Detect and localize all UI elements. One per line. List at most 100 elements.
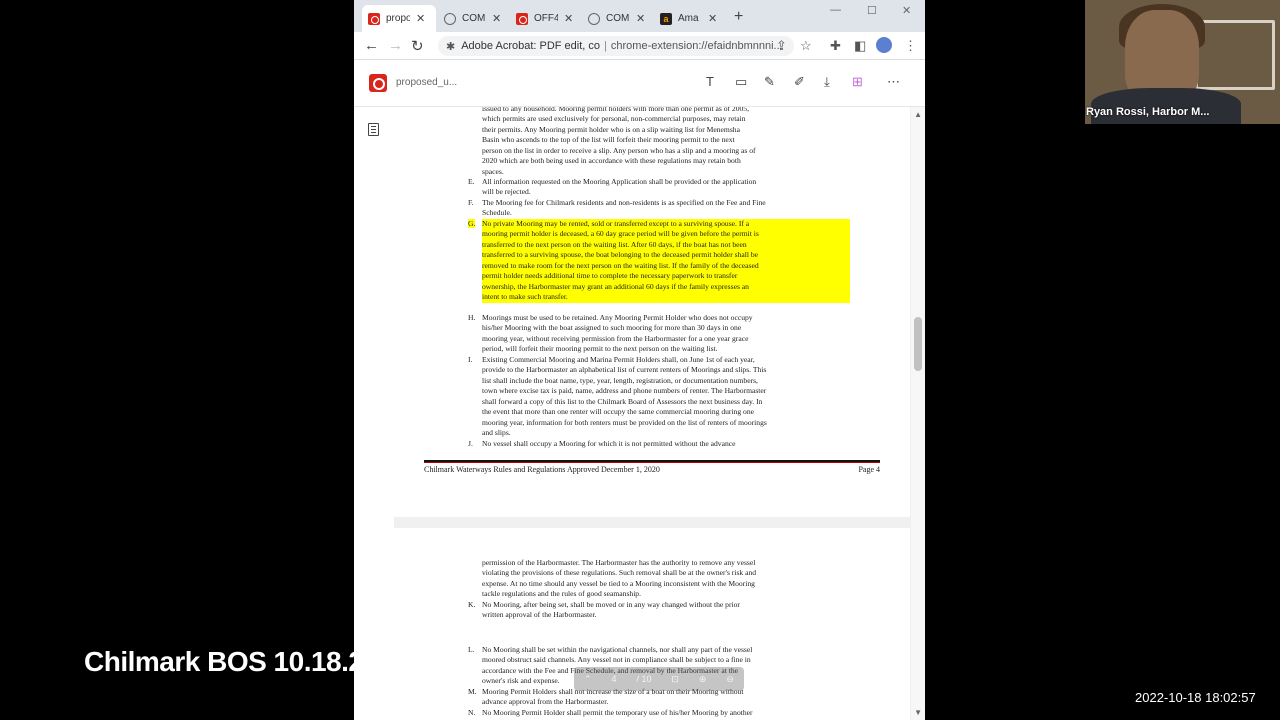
current-page-number[interactable]: 4	[611, 674, 616, 684]
text-line: Existing Commercial Mooring and Marina P…	[482, 355, 755, 364]
zoom-out-icon[interactable]: ⊖	[726, 674, 734, 685]
text-line: No Mooring, after being set, shall be mo…	[482, 600, 740, 609]
document-name[interactable]: proposed_u...	[396, 77, 457, 88]
text-line: period, will forfeit their mooring permi…	[482, 344, 718, 354]
tab-com-1[interactable]: COM ✕	[438, 5, 510, 32]
close-tab-icon[interactable]: ✕	[636, 12, 645, 25]
text-line: No private Mooring may be rented, sold o…	[482, 219, 850, 230]
close-tab-icon[interactable]: ✕	[708, 12, 717, 25]
text-line: permission of the Harbormaster. The Harb…	[482, 558, 756, 567]
regulation-item: J. No vessel shall occupy a Mooring for w…	[468, 439, 850, 449]
share-icon[interactable]: ⇪	[776, 38, 787, 54]
regulation-item: E. All information requested on the Moori…	[468, 177, 850, 198]
text-line: removed to make room for the next person…	[482, 260, 850, 272]
text-line: expense. At no time should any vessel be…	[482, 578, 755, 588]
scroll-thumb[interactable]	[914, 317, 922, 371]
maximize-icon[interactable]: ☐	[867, 4, 877, 17]
text-line: Moorings must be used to be retained. An…	[482, 313, 753, 322]
acrobat-logo-icon	[369, 74, 387, 92]
acrobat-pdf-icon	[368, 12, 380, 25]
add-text-icon[interactable]: T	[706, 74, 714, 89]
text-line: Schedule.	[482, 208, 512, 218]
tab-label: Ama	[678, 13, 699, 24]
tab-amazon[interactable]: a Ama ✕	[654, 5, 726, 32]
regulation-item: H. Moorings must be used to be retained. …	[468, 313, 850, 355]
regulation-item: issued to any household. Mooring permit …	[482, 107, 850, 177]
close-window-icon[interactable]: ✕	[902, 4, 911, 17]
text-line: mooring year, without receiving permissi…	[482, 333, 749, 343]
extensions-icon[interactable]: ✚	[830, 38, 841, 54]
pdf-page-4: issued to any household. Mooring permit …	[394, 107, 910, 517]
tab-com-2[interactable]: COM ✕	[582, 5, 654, 32]
acrobat-toolbar: proposed_u... T ▭ ✎ ✐ ⤓ ⊞ ⋯	[354, 60, 925, 107]
browser-menu-icon[interactable]: ⋮	[904, 38, 917, 54]
profile-avatar[interactable]	[876, 37, 892, 53]
fit-page-icon[interactable]: ⊡	[671, 674, 679, 685]
meeting-title-overlay: Chilmark BOS 10.18.2	[84, 646, 364, 677]
text-line: their permits. Any Mooring permit holder…	[482, 124, 740, 134]
regulation-item: K. No Mooring, after being set, shall be …	[468, 600, 850, 621]
text-line: violating the provisions of these regula…	[482, 568, 757, 578]
text-line: mooring permit holder is deceased, a 60 …	[482, 229, 850, 240]
text-line: will be rejected.	[482, 187, 531, 197]
zoom-in-icon[interactable]: ⊕	[699, 674, 707, 685]
item-label: F.	[468, 198, 474, 207]
text-line: advance approval from the Harbormaster.	[482, 697, 609, 707]
recording-timestamp: 2022-10-18 18:02:57	[1135, 690, 1256, 705]
item-label: J.	[468, 439, 473, 448]
text-line: mooring year, information for both rente…	[482, 417, 767, 427]
pdf-viewer: issued to any household. Mooring permit …	[354, 107, 925, 720]
tab-strip: propo ✕ COM ✕ OFF4 ✕ COM ✕ a Ama ✕ + — ☐…	[354, 0, 925, 32]
regulation-item: permission of the Harbormaster. The Harb…	[482, 558, 850, 600]
item-label: I.	[468, 355, 473, 364]
new-tab-button[interactable]: +	[734, 8, 743, 26]
footer-rule	[424, 460, 880, 463]
item-label: L.	[468, 645, 475, 654]
side-panel-icon[interactable]: ◧	[854, 38, 866, 54]
grid-view-icon[interactable]: ⊞	[852, 74, 863, 90]
vertical-scrollbar[interactable]: ▲ ▼	[911, 107, 925, 720]
text-line: provide to the Harbormaster an alphabeti…	[482, 365, 767, 375]
forward-icon[interactable]: →	[388, 37, 403, 54]
item-label: H.	[468, 313, 476, 322]
tab-label: COM	[606, 13, 630, 24]
download-icon[interactable]: ⤓	[824, 74, 830, 90]
text-line: No Mooring shall be set within the navig…	[482, 645, 753, 654]
highlighter-icon[interactable]: ✎	[764, 74, 775, 90]
tab-off4-pdf[interactable]: OFF4 ✕	[510, 5, 582, 32]
scroll-up-arrow-icon[interactable]: ▲	[914, 110, 922, 119]
text-line: permit holder needs additional time to c…	[482, 271, 850, 282]
scroll-down-arrow-icon[interactable]: ▼	[914, 708, 922, 717]
comment-icon[interactable]: ▭	[735, 74, 747, 90]
close-tab-icon[interactable]: ✕	[416, 12, 425, 25]
draw-pen-icon[interactable]: ✐	[794, 74, 805, 90]
page-thumbnails-icon[interactable]	[368, 123, 379, 136]
back-icon[interactable]: ←	[364, 37, 379, 54]
close-tab-icon[interactable]: ✕	[564, 12, 573, 25]
page-navigation-control[interactable]: ⌃ 4 / 10 ⊡ ⊕ ⊖	[574, 667, 744, 691]
bookmark-star-icon[interactable]: ☆	[800, 38, 812, 54]
site-name: Adobe Acrobat: PDF edit, co	[461, 40, 601, 52]
text-line: written approval of the Harbormaster.	[482, 610, 597, 620]
acrobat-pdf-icon	[516, 12, 528, 25]
close-tab-icon[interactable]: ✕	[492, 12, 501, 25]
omnibox-separator: |	[604, 40, 607, 52]
reload-icon[interactable]: ↻	[411, 37, 424, 55]
text-line: All information requested on the Mooring…	[482, 177, 757, 186]
text-line: and slips.	[482, 428, 511, 438]
text-line: person on the list in order to receive a…	[482, 145, 756, 155]
text-line: transferred to a surviving spouse, the b…	[482, 250, 850, 261]
minimize-icon[interactable]: —	[830, 4, 841, 16]
address-bar[interactable]: ✱ Adobe Acrobat: PDF edit, co | chrome-e…	[438, 36, 794, 56]
tab-proposed-pdf[interactable]: propo ✕	[362, 5, 436, 32]
item-label: E.	[468, 177, 475, 186]
video-bed-frame	[1195, 20, 1275, 90]
regulation-item: N. No Mooring Permit Holder shall permit …	[468, 708, 850, 718]
text-line: The Mooring fee for Chilmark residents a…	[482, 198, 766, 207]
more-options-icon[interactable]: ⋯	[887, 74, 900, 90]
tab-label: COM	[462, 13, 486, 24]
text-line: the event that more than one renter will…	[482, 407, 755, 417]
tab-label: propo	[386, 13, 410, 24]
page-up-icon[interactable]: ⌃	[584, 674, 592, 685]
extension-puzzle-icon: ✱	[446, 40, 456, 53]
